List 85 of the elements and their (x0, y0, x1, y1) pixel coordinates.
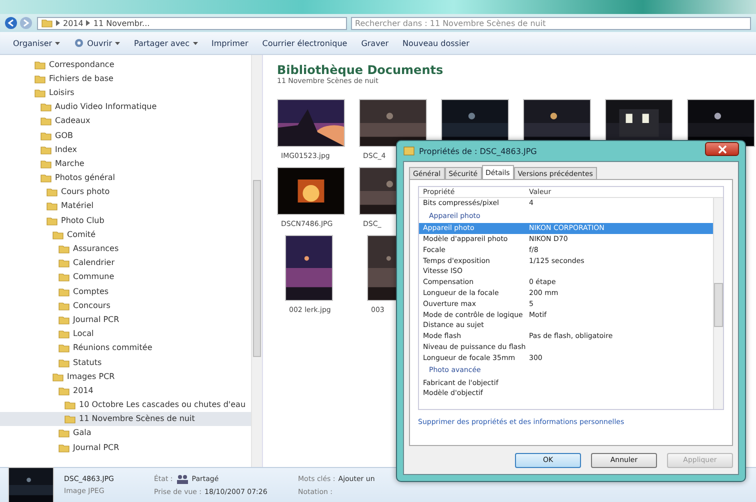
file-icon (403, 145, 415, 157)
toolbar-button[interactable]: Ouvrir (69, 36, 126, 50)
folder-icon (52, 228, 64, 240)
tree-item[interactable]: Photo Club (0, 213, 251, 228)
folder-icon (58, 384, 70, 396)
tree-item[interactable]: GOB (0, 128, 251, 142)
tree-item[interactable]: Comptes (0, 284, 251, 298)
toolbar-button[interactable]: Imprimer (206, 36, 254, 50)
toolbar-button[interactable]: Courrier électronique (257, 36, 352, 50)
tree-item[interactable]: Local (0, 326, 251, 341)
folder-icon (52, 370, 64, 382)
tree-item[interactable]: Loisirs (0, 85, 251, 100)
folder-icon (58, 300, 70, 311)
back-forward-buttons[interactable] (4, 16, 33, 30)
folder-icon (40, 130, 52, 141)
folder-icon (58, 286, 70, 297)
scroll-thumb[interactable] (714, 283, 723, 327)
tree-item[interactable]: Audio Video Informatique (0, 100, 251, 114)
library-title: Bibliothèque Documents (277, 63, 444, 77)
folder-icon (34, 72, 46, 84)
close-button[interactable] (705, 142, 739, 156)
close-icon (718, 144, 726, 154)
tree-item[interactable]: Comité (0, 227, 251, 242)
folder-icon (40, 144, 52, 155)
caret-icon (115, 40, 120, 46)
tree-item[interactable]: 11 Novembre Scènes de nuit (0, 412, 251, 426)
open-icon (74, 38, 84, 48)
chevron-icon (56, 20, 60, 26)
folder-icon (34, 58, 46, 70)
tree-item[interactable]: Marche (0, 156, 251, 170)
tree-item[interactable]: Statuts (0, 354, 251, 370)
toolbar-button[interactable]: Organiser (8, 36, 66, 50)
folder-icon (58, 314, 70, 325)
folder-icon (40, 172, 52, 184)
tree-item[interactable]: Gala (0, 426, 251, 440)
chevron-icon (86, 20, 90, 26)
address-field[interactable]: 2014 11 Novembr... (37, 16, 347, 30)
folder-icon (58, 257, 70, 268)
folder-icon (58, 271, 70, 282)
tree-item[interactable]: Journal PCR (0, 440, 251, 454)
folder-icon (58, 356, 70, 368)
forward-icon (19, 16, 33, 30)
folder-icon (40, 101, 52, 112)
tree-item[interactable]: Fichiers de base (0, 71, 251, 86)
back-icon (4, 16, 18, 30)
tree-item[interactable]: Index (0, 142, 251, 156)
folder-icon (58, 243, 70, 254)
scroll-bar[interactable] (713, 198, 723, 409)
folder-icon (41, 17, 53, 29)
scroll-thumb[interactable] (253, 180, 261, 357)
caret-icon (55, 40, 60, 46)
tree-item[interactable]: Journal PCR (0, 312, 251, 327)
search-field[interactable]: Rechercher dans : 11 Novembre Scènes de nuit (351, 16, 751, 30)
folder-icon (58, 342, 70, 354)
tree-item[interactable]: Matériel (0, 198, 251, 214)
tree-item[interactable]: 10 Octobre Les cascades ou chutes d'eau (0, 398, 251, 412)
folder-icon (64, 413, 76, 424)
toolbar-button[interactable]: Partager avec (129, 36, 202, 50)
folder-icon (40, 115, 52, 126)
tree-item[interactable]: Réunions commitée (0, 340, 251, 355)
folder-icon (34, 86, 46, 98)
folder-icon (46, 186, 58, 198)
toolbar-button[interactable]: Nouveau dossier (398, 36, 474, 50)
tree-item[interactable]: Photos général (0, 170, 251, 185)
tree-item[interactable]: Cadeaux (0, 114, 251, 128)
folder-icon (58, 328, 70, 340)
folder-icon (46, 214, 58, 226)
folder-icon (40, 158, 52, 169)
folder-icon (46, 200, 58, 212)
toolbar-button[interactable]: Graver (356, 36, 394, 50)
breadcrumb-item[interactable]: 11 Novembr... (93, 18, 150, 28)
tree-item[interactable]: 2014 (0, 383, 251, 398)
tree-item[interactable]: Commune (0, 270, 251, 284)
scroll-bar[interactable] (251, 55, 262, 467)
people-icon (176, 474, 189, 484)
tree-item[interactable]: Images PCR (0, 369, 251, 384)
tree-item[interactable]: Assurances (0, 241, 251, 256)
breadcrumb-item[interactable]: 2014 (63, 18, 84, 28)
tree-item[interactable]: Calendrier (0, 256, 251, 270)
dialog-title: Propriétés de : DSC_4863.JPG (419, 146, 538, 156)
tree-item[interactable]: Cours photo (0, 184, 251, 199)
caret-icon (192, 40, 198, 46)
tree-item[interactable]: Concours (0, 298, 251, 312)
folder-icon (58, 442, 70, 453)
tree-item[interactable]: Correspondance (0, 57, 251, 72)
